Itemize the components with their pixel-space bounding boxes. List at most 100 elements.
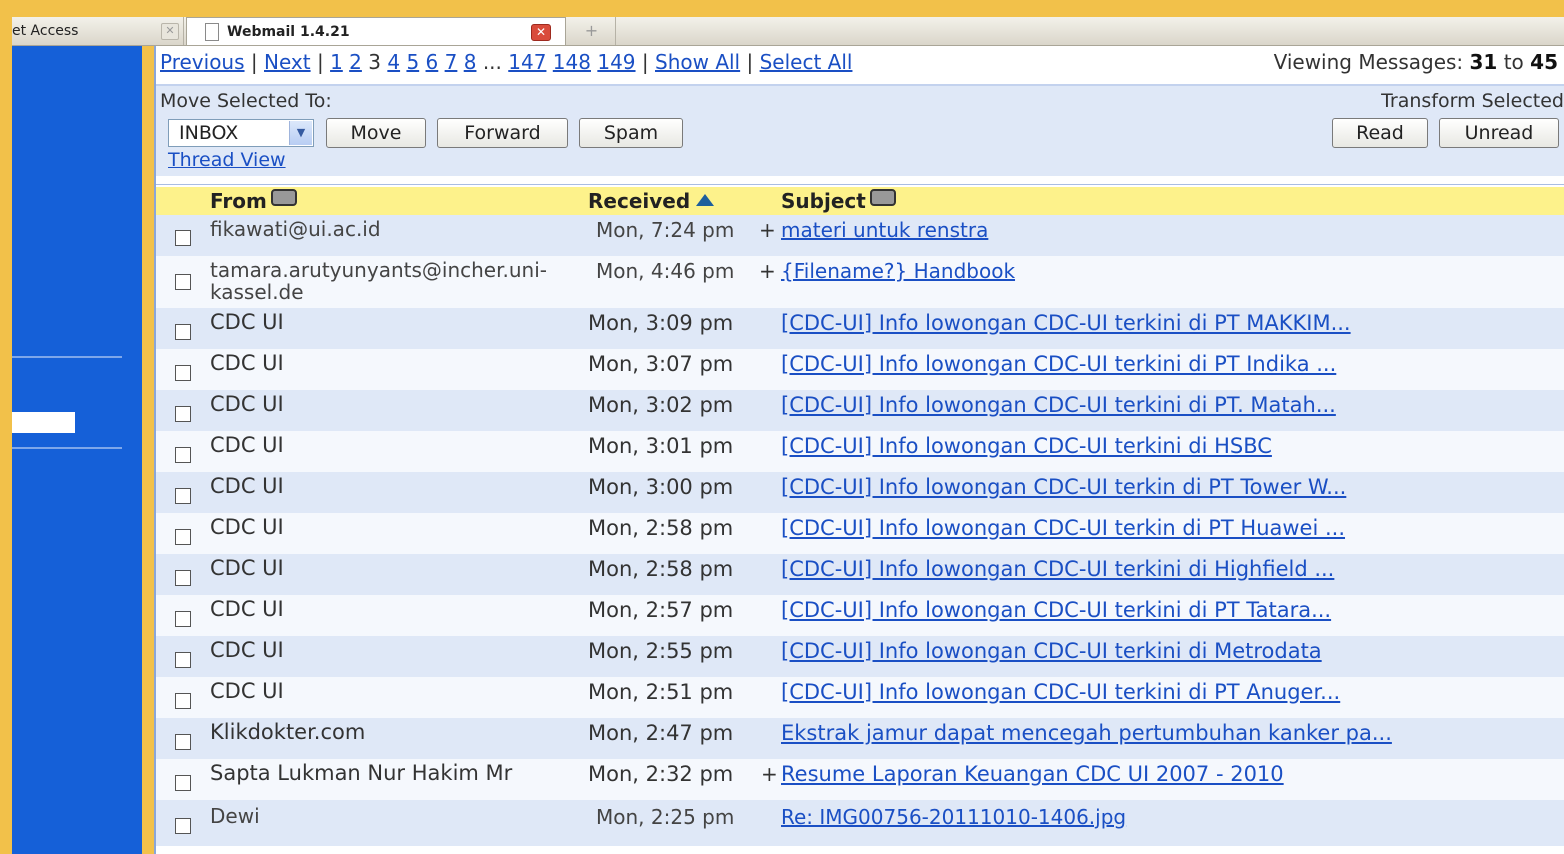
message-subject-link[interactable]: {Filename?} Handbook bbox=[781, 259, 1015, 283]
message-checkbox[interactable] bbox=[175, 447, 191, 463]
close-icon[interactable]: ✕ bbox=[161, 23, 179, 40]
message-subject-link[interactable]: Re: IMG00756-20111010-1406.jpg bbox=[781, 805, 1126, 829]
message-subject-link[interactable]: [CDC-UI] Info lowongan CDC-UI terkini di… bbox=[781, 434, 1272, 458]
transform-selected-label: Transform Selected bbox=[1381, 90, 1564, 112]
select-all-link[interactable]: Select All bbox=[760, 50, 853, 74]
next-link[interactable]: Next bbox=[264, 50, 311, 74]
message-toolbar: Move Selected To: Transform Selected INB… bbox=[156, 84, 1564, 178]
message-from: CDC UI bbox=[210, 310, 284, 334]
show-all-link[interactable]: Show All bbox=[655, 50, 740, 74]
previous-link[interactable]: Previous bbox=[160, 50, 245, 74]
forward-button[interactable]: Forward bbox=[437, 118, 568, 148]
browser-tab-inactive[interactable]: et Access ✕ bbox=[12, 17, 184, 45]
browser-tab-active[interactable]: Webmail 1.4.21 ✕ bbox=[186, 17, 566, 45]
message-from: CDC UI bbox=[210, 515, 284, 539]
message-checkbox[interactable] bbox=[175, 230, 191, 246]
page-link[interactable]: 5 bbox=[406, 50, 419, 74]
message-subject-link[interactable]: materi untuk renstra bbox=[781, 218, 988, 242]
message-checkbox[interactable] bbox=[175, 365, 191, 381]
page-link[interactable]: 1 bbox=[330, 50, 343, 74]
close-icon[interactable]: ✕ bbox=[531, 24, 551, 41]
page-link[interactable]: 8 bbox=[464, 50, 477, 74]
sort-icon[interactable] bbox=[270, 189, 297, 206]
message-checkbox[interactable] bbox=[175, 488, 191, 504]
message-row[interactable]: Klikdokter.com Mon, 2:47 pm Ekstrak jamur … bbox=[156, 718, 1564, 759]
spam-button[interactable]: Spam bbox=[579, 118, 683, 148]
message-from: CDC UI bbox=[210, 597, 284, 621]
message-subject-link[interactable]: [CDC-UI] Info lowongan CDC-UI terkini di… bbox=[781, 598, 1331, 622]
message-subject-link[interactable]: [CDC-UI] Info lowongan CDC-UI terkini di… bbox=[781, 393, 1336, 417]
message-row[interactable]: CDC UI Mon, 2:55 pm [CDC-UI] Info lowongan… bbox=[156, 636, 1564, 677]
message-checkbox[interactable] bbox=[175, 611, 191, 627]
message-subject-link[interactable]: Ekstrak jamur dapat mencegah pertumbuhan… bbox=[781, 721, 1392, 745]
message-from: CDC UI bbox=[210, 392, 284, 416]
column-header-subject[interactable]: Subject bbox=[781, 189, 896, 213]
message-subject-link[interactable]: [CDC-UI] Info lowongan CDC-UI terkin di … bbox=[781, 475, 1346, 499]
message-checkbox[interactable] bbox=[175, 652, 191, 668]
message-row[interactable]: CDC UI Mon, 2:58 pm [CDC-UI] Info lowongan… bbox=[156, 554, 1564, 595]
folder-highlight[interactable] bbox=[12, 412, 75, 433]
message-row[interactable]: Sapta Lukman Nur Hakim Mr Mon, 2:32 pm + Re… bbox=[156, 759, 1564, 800]
folder-select[interactable]: INBOX ▼ bbox=[168, 119, 314, 147]
message-checkbox[interactable] bbox=[175, 324, 191, 340]
message-checkbox[interactable] bbox=[175, 529, 191, 545]
column-header-from[interactable]: From bbox=[210, 189, 297, 213]
message-checkbox[interactable] bbox=[175, 406, 191, 422]
viewing-messages-indicator: Viewing Messages: 31 to 45 bbox=[1273, 50, 1558, 74]
message-row[interactable]: tamara.arutyunyants@incher.uni-kassel.de… bbox=[156, 256, 1564, 308]
divider bbox=[12, 447, 122, 449]
message-subject-link[interactable]: [CDC-UI] Info lowongan CDC-UI terkini di… bbox=[781, 311, 1351, 335]
message-received-date: Mon, 2:32 pm bbox=[588, 762, 734, 786]
message-row[interactable]: CDC UI Mon, 3:00 pm [CDC-UI] Info lowongan… bbox=[156, 472, 1564, 513]
message-from: CDC UI bbox=[210, 556, 284, 580]
attachment-plus-icon: + bbox=[759, 218, 776, 242]
message-subject-link[interactable]: [CDC-UI] Info lowongan CDC-UI terkini di… bbox=[781, 352, 1336, 376]
message-row[interactable]: fikawati@ui.ac.id Mon, 7:24 pm + materi unt… bbox=[156, 215, 1564, 256]
sort-ascending-icon[interactable] bbox=[696, 194, 715, 206]
chevron-down-icon[interactable]: ▼ bbox=[289, 121, 312, 145]
page-link[interactable]: 7 bbox=[445, 50, 458, 74]
message-subject-link[interactable]: [CDC-UI] Info lowongan CDC-UI terkini di… bbox=[781, 557, 1334, 581]
message-row[interactable]: CDC UI Mon, 2:51 pm [CDC-UI] Info lowongan… bbox=[156, 677, 1564, 718]
message-received-date: Mon, 2:58 pm bbox=[588, 516, 734, 540]
message-row[interactable]: CDC UI Mon, 3:07 pm [CDC-UI] Info lowongan… bbox=[156, 349, 1564, 390]
message-checkbox[interactable] bbox=[175, 570, 191, 586]
message-row[interactable]: CDC UI Mon, 3:01 pm [CDC-UI] Info lowongan… bbox=[156, 431, 1564, 472]
page-links: 1 2 3 4 5 6 7 8 bbox=[330, 50, 483, 74]
message-checkbox[interactable] bbox=[175, 818, 191, 834]
page-link[interactable]: 148 bbox=[553, 50, 591, 74]
attachment-plus-icon: + bbox=[761, 762, 778, 786]
message-checkbox[interactable] bbox=[175, 274, 191, 290]
message-received-date: Mon, 3:02 pm bbox=[588, 393, 734, 417]
message-row[interactable]: CDC UI Mon, 3:02 pm [CDC-UI] Info lowongan… bbox=[156, 390, 1564, 431]
message-from: Dewi bbox=[210, 804, 260, 828]
move-button[interactable]: Move bbox=[326, 118, 426, 148]
message-from: CDC UI bbox=[210, 679, 284, 703]
message-subject-link[interactable]: Resume Laporan Keuangan CDC UI 2007 - 20… bbox=[781, 762, 1284, 786]
page-link[interactable]: 2 bbox=[349, 50, 362, 74]
column-header-received[interactable]: Received bbox=[588, 189, 715, 213]
page-link[interactable]: 149 bbox=[597, 50, 635, 74]
message-received-date: Mon, 2:55 pm bbox=[588, 639, 734, 663]
message-subject-link[interactable]: [CDC-UI] Info lowongan CDC-UI terkini di… bbox=[781, 680, 1340, 704]
message-subject-link[interactable]: [CDC-UI] Info lowongan CDC-UI terkini di… bbox=[781, 639, 1322, 663]
message-received-date: Mon, 7:24 pm bbox=[596, 218, 735, 242]
message-row[interactable]: Dewi Mon, 2:25 pm Re: IMG00756-20111010-14… bbox=[156, 800, 1564, 846]
message-checkbox[interactable] bbox=[175, 693, 191, 709]
message-checkbox[interactable] bbox=[175, 775, 191, 791]
message-subject-link[interactable]: [CDC-UI] Info lowongan CDC-UI terkin di … bbox=[781, 516, 1345, 540]
thread-view-link[interactable]: Thread View bbox=[168, 149, 286, 171]
new-tab-button[interactable]: + bbox=[568, 17, 616, 45]
message-from: CDC UI bbox=[210, 433, 284, 457]
page-link[interactable]: 147 bbox=[508, 50, 546, 74]
page-link[interactable]: 4 bbox=[387, 50, 400, 74]
message-row[interactable]: CDC UI Mon, 3:09 pm [CDC-UI] Info lowongan… bbox=[156, 308, 1564, 349]
message-row[interactable]: CDC UI Mon, 2:57 pm [CDC-UI] Info lowongan… bbox=[156, 595, 1564, 636]
page-link[interactable]: 6 bbox=[426, 50, 439, 74]
mark-read-button[interactable]: Read bbox=[1332, 118, 1428, 148]
message-from: fikawati@ui.ac.id bbox=[210, 217, 381, 241]
sort-icon[interactable] bbox=[869, 189, 896, 206]
message-row[interactable]: CDC UI Mon, 2:58 pm [CDC-UI] Info lowongan… bbox=[156, 513, 1564, 554]
mark-unread-button[interactable]: Unread bbox=[1439, 118, 1559, 148]
message-checkbox[interactable] bbox=[175, 734, 191, 750]
